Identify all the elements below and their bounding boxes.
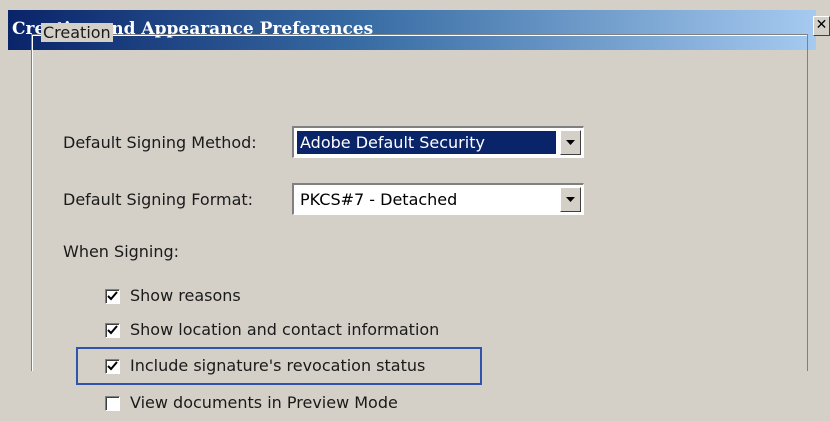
revocation-status-checkbox[interactable] [105,359,120,374]
chevron-down-icon [566,197,575,202]
preview-mode-label: View documents in Preview Mode [130,393,398,412]
default-signing-format-label: Default Signing Format: [63,190,254,209]
chevron-down-icon [566,140,575,145]
close-icon: ✕ [815,17,828,33]
preferences-dialog: Creation and Appearance Preferences ✕ Cr… [0,0,830,421]
default-signing-format-value: PKCS#7 - Detached [300,190,458,209]
when-signing-label: When Signing: [63,242,180,261]
default-signing-format-select[interactable]: PKCS#7 - Detached [292,183,584,215]
show-location-checkbox[interactable] [105,323,120,338]
close-button[interactable]: ✕ [813,16,830,36]
creation-group-label: Creation [41,23,113,42]
preview-mode-checkbox[interactable] [105,396,120,411]
default-signing-method-select[interactable]: Adobe Default Security [292,126,584,158]
show-reasons-checkbox[interactable] [105,289,120,304]
show-reasons-label: Show reasons [130,286,241,305]
checkmark-icon [107,291,118,301]
default-signing-method-value: Adobe Default Security [297,131,556,154]
default-signing-method-dropdown-button[interactable] [560,130,581,155]
checkmark-icon [107,361,118,371]
default-signing-method-label: Default Signing Method: [63,133,257,152]
show-location-label: Show location and contact information [130,320,440,339]
revocation-status-label: Include signature's revocation status [130,356,426,375]
default-signing-format-dropdown-button[interactable] [560,187,581,212]
checkmark-icon [107,325,118,335]
